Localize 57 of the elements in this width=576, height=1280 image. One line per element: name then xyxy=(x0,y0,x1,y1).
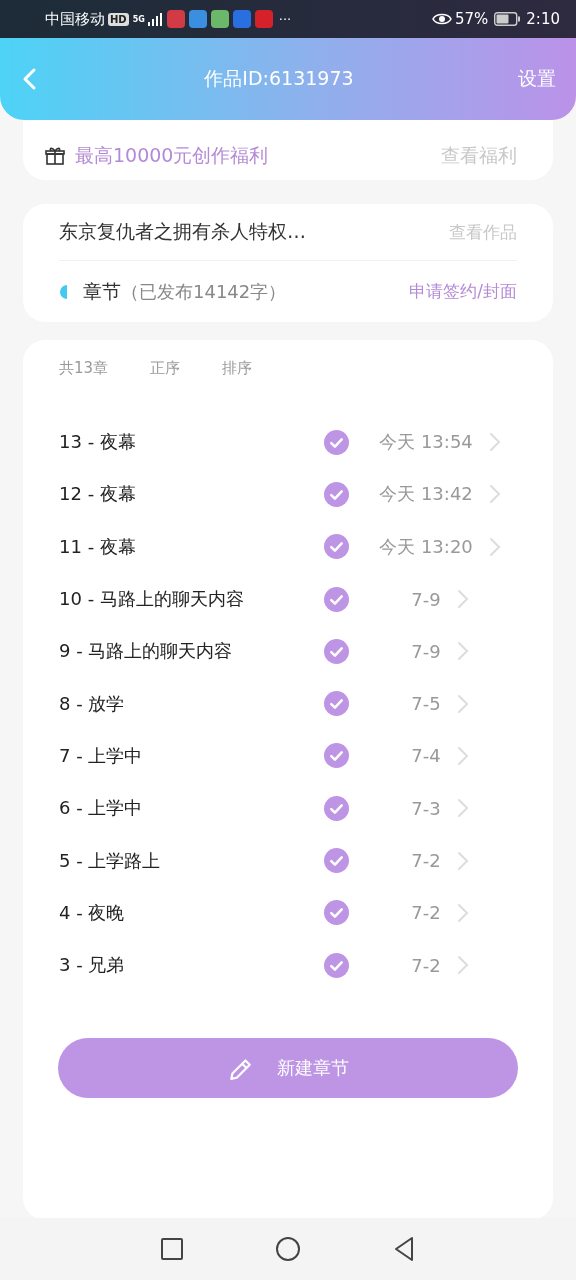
chevron-right-icon[interactable] xyxy=(456,693,469,714)
chevron-right-icon[interactable] xyxy=(456,955,469,976)
page-title: 作品ID:6131973 xyxy=(203,66,355,91)
battery-icon xyxy=(494,12,521,26)
chapter-date: 7-2 xyxy=(411,902,441,924)
chapter-date: 7-9 xyxy=(411,640,441,662)
chevron-right-icon[interactable] xyxy=(456,798,469,819)
app-notification-icon xyxy=(254,10,273,28)
chapter-date: 今天 13:42 xyxy=(379,482,473,507)
carrier-name: 中国移动 xyxy=(45,9,105,29)
chapter-total: 共13章 xyxy=(59,358,109,378)
hd-badge: HD xyxy=(108,12,129,26)
chapter-title[interactable]: 3 - 兄弟 xyxy=(59,953,324,978)
work-title: 东京复仇者之拥有杀人特权… xyxy=(59,219,307,244)
chevron-right-icon[interactable] xyxy=(488,536,501,557)
chapter-title[interactable]: 13 - 夜幕 xyxy=(59,430,324,455)
app-notification-icon xyxy=(188,10,207,28)
chapter-title[interactable]: 8 - 放学 xyxy=(59,691,324,716)
chapter-title[interactable]: 11 - 夜幕 xyxy=(59,534,324,559)
gift-icon xyxy=(45,146,65,166)
network-type: 5G xyxy=(132,14,145,24)
app-notification-icon xyxy=(166,10,185,28)
section-marker-icon xyxy=(59,284,67,299)
battery-percent: 57% xyxy=(454,10,489,28)
signal-icon xyxy=(146,12,163,26)
clock-time: 2:10 xyxy=(526,10,560,28)
chapter-date: 7-4 xyxy=(411,745,441,767)
app-notification-icon xyxy=(232,10,251,28)
chapter-date: 7-2 xyxy=(411,954,441,976)
chevron-right-icon[interactable] xyxy=(456,641,469,662)
section-label: 章节 xyxy=(83,278,121,304)
chapter-date: 7-9 xyxy=(411,588,441,610)
word-count: （已发布14142字） xyxy=(121,279,288,304)
chevron-right-icon[interactable] xyxy=(456,850,469,871)
chevron-right-icon[interactable] xyxy=(456,902,469,923)
recent-apps-icon[interactable] xyxy=(158,1235,186,1263)
chapter-date: 今天 13:20 xyxy=(379,534,473,559)
app-notification-icon xyxy=(210,10,229,28)
chevron-right-icon[interactable] xyxy=(456,589,469,610)
more-icon: ··· xyxy=(278,11,292,27)
eye-icon xyxy=(431,11,452,27)
chevron-right-icon[interactable] xyxy=(488,432,501,453)
chevron-right-icon[interactable] xyxy=(488,484,501,505)
chapter-title[interactable]: 10 - 马路上的聊天内容 xyxy=(59,587,324,612)
chapter-date: 7-3 xyxy=(411,797,441,819)
home-icon[interactable] xyxy=(274,1235,302,1263)
chapter-title[interactable]: 7 - 上学中 xyxy=(59,743,324,768)
chapter-title[interactable]: 12 - 夜幕 xyxy=(59,482,324,507)
chevron-right-icon[interactable] xyxy=(456,745,469,766)
chapter-date: 7-5 xyxy=(411,693,441,715)
chapter-title[interactable]: 9 - 马路上的聊天内容 xyxy=(59,639,324,664)
chapter-date: 7-2 xyxy=(411,850,441,871)
chapter-title[interactable]: 5 - 上学路上 xyxy=(59,848,324,873)
chapter-title[interactable]: 6 - 上学中 xyxy=(59,796,324,821)
chapter-date: 今天 13:54 xyxy=(379,430,473,455)
bonus-text: 最高10000元创作福利 xyxy=(75,143,270,168)
chapter-title[interactable]: 4 - 夜晚 xyxy=(59,900,324,925)
